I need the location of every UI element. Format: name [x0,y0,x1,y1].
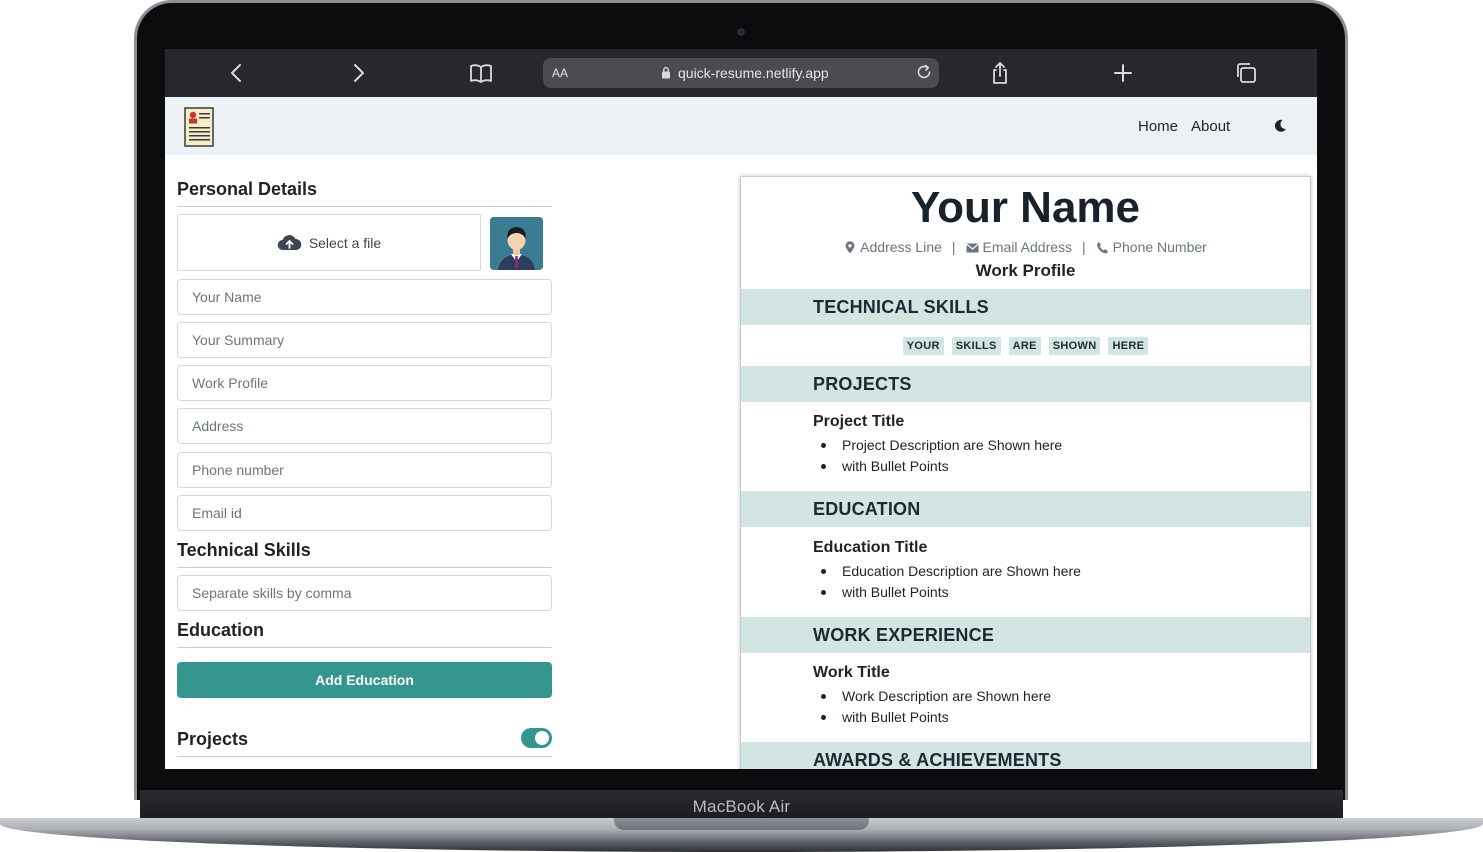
contact-separator: | [951,239,956,255]
list-item: with Bullet Points [821,456,1062,477]
camera-dot [737,28,745,36]
location-pin-icon [845,240,855,253]
dark-mode-moon-icon[interactable] [1273,119,1287,133]
skill-tag: SKILLS [951,337,1001,355]
name-input[interactable] [177,279,552,315]
section-divider [177,567,552,568]
projects-heading: Projects [177,729,249,749]
skill-tag: YOUR [902,337,944,355]
list-item: Work Description are Shown here [821,686,1051,707]
forward-arrow-icon[interactable] [345,61,371,85]
back-arrow-icon[interactable] [224,61,250,85]
contact-separator: | [1082,239,1086,255]
project-title: Project Title [813,413,905,430]
phone-icon [1096,241,1108,253]
select-file-button[interactable]: Select a file [177,214,481,271]
work-profile-input[interactable] [177,365,552,401]
list-item: Education Description are Shown here [821,561,1081,582]
screen: AA quick-resume.netlify.app Home About P… [165,49,1317,769]
list-item: Project Description are Shown here [821,435,1062,456]
url-text: quick-resume.netlify.app [678,65,829,81]
reload-icon[interactable] [915,63,933,81]
projects-section-header: PROJECTS [741,366,1310,402]
envelope-icon [965,243,979,252]
resume-address: Address Line [860,239,942,255]
skills-section-header: TECHNICAL SKILLS [741,289,1310,325]
personal-details-heading: Personal Details [177,179,318,199]
address-input[interactable] [177,408,552,444]
education-title: Education Title [813,539,928,556]
phone-input[interactable] [177,452,552,488]
section-divider [177,206,552,207]
skill-tag: HERE [1108,337,1149,355]
resume-email: Email Address [982,239,1073,255]
work-bullets: Work Description are Shown here with Bul… [821,686,1051,728]
work-title: Work Title [813,664,890,681]
education-heading: Education [177,620,265,640]
list-item: with Bullet Points [821,707,1051,728]
resume-preview: Your Name Address Line | Email Address |… [740,176,1311,769]
skills-input[interactable] [177,575,552,611]
new-tab-plus-icon[interactable] [1110,61,1136,85]
list-item: with Bullet Points [821,582,1081,603]
device-label: MacBook Air [692,797,791,816]
cloud-upload-icon [277,235,302,251]
resume-name: Your Name [910,183,1141,232]
bookmarks-book-icon[interactable] [468,61,494,85]
share-icon[interactable] [987,61,1013,85]
nav-about-link[interactable]: About [1191,118,1230,135]
browser-toolbar: AA quick-resume.netlify.app [165,49,1317,97]
tabs-overview-icon[interactable] [1233,61,1259,85]
app-navbar: Home About [165,97,1317,155]
skill-tag: SHOWN [1048,337,1101,355]
skills-tag-list: YOUR SKILLS ARE SHOWN HERE [741,337,1310,355]
email-input[interactable] [177,495,552,531]
toggle-knob [535,731,549,745]
profile-avatar [490,217,543,270]
section-divider [177,756,552,757]
technical-skills-heading: Technical Skills [177,540,311,560]
education-section-header: EDUCATION [741,491,1310,527]
project-bullets: Project Description are Shown here with … [821,435,1062,477]
laptop-notch [614,818,869,830]
resume-contact-line: Address Line | Email Address | Phone Num… [741,239,1310,255]
select-file-label: Select a file [308,234,382,251]
section-divider [177,647,552,648]
projects-toggle[interactable] [521,728,552,748]
resume-phone: Phone Number [1112,239,1207,255]
skill-tag: ARE [1008,337,1041,355]
summary-input[interactable] [177,322,552,358]
resume-work-profile: Work Profile [975,261,1076,280]
resume-logo-icon[interactable] [184,107,214,147]
awards-section-header: AWARDS & ACHIEVEMENTS [741,742,1310,769]
reader-aa-button[interactable]: AA [552,66,568,80]
education-bullets: Education Description are Shown here wit… [821,561,1081,603]
add-education-button[interactable]: Add Education [177,662,552,698]
work-section-header: WORK EXPERIENCE [741,617,1310,653]
lock-icon [662,66,670,79]
address-bar[interactable]: AA quick-resume.netlify.app [543,58,939,88]
nav-home-link[interactable]: Home [1138,118,1178,135]
